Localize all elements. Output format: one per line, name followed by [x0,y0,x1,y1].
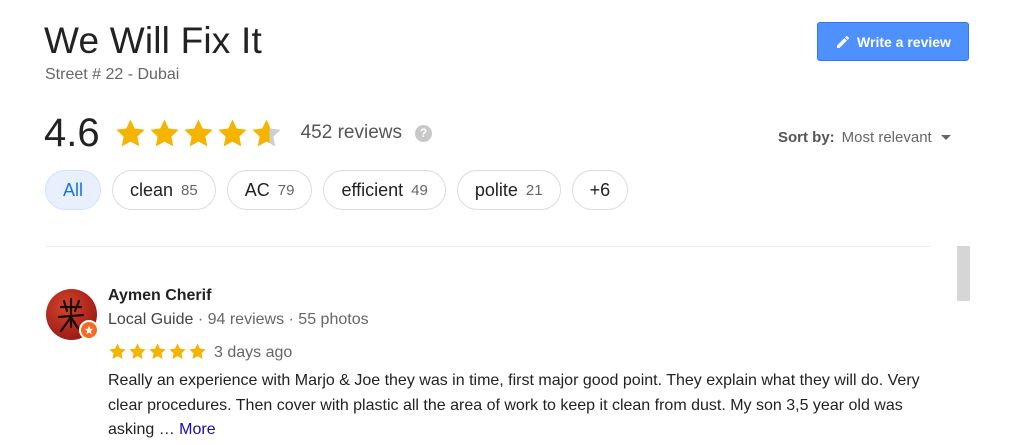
help-icon[interactable]: ? [415,124,432,142]
filter-chip-label: +6 [589,179,611,200]
review-body: Really an experience with Marjo & Joe th… [108,372,920,438]
local-guide-badge-icon [79,320,99,340]
average-stars [114,117,283,150]
filter-chip-label: clean [130,179,174,200]
star-icon [251,118,281,146]
filter-chip[interactable]: AC 79 [226,170,313,210]
filter-chip-count: 21 [525,181,543,199]
filter-chip-label: polite [474,179,518,200]
business-name: We Will Fix It [44,20,262,61]
filter-chip[interactable]: clean 85 [112,170,216,210]
filter-chip-count: 49 [411,181,428,199]
reviewer-meta: Local Guide · 94 reviews · 55 photos [108,311,369,329]
star-icon [217,118,247,146]
filter-chip[interactable]: efficient 49 [323,170,446,210]
pencil-icon [837,35,850,48]
star-icon [183,118,213,146]
filter-chip[interactable]: +6 [571,170,629,210]
sort-dropdown[interactable]: Sort by: Most relevant [778,129,951,146]
review-stars [108,342,207,361]
filter-chip[interactable]: polite 21 [456,170,561,210]
filter-chip[interactable]: All [45,170,102,210]
filter-chips: All clean 85 AC 79 efficient 49 polite 21 +6 [45,170,629,210]
star-icon [149,343,166,359]
star-icon [115,118,145,146]
reviews-count: 452 reviews [300,122,402,143]
review-text: Really an experience with Marjo & Joe th… [108,369,938,443]
sort-value: Most relevant [841,129,932,146]
filter-chip-label: efficient [341,179,404,200]
divider [45,246,930,247]
scrollbar-thumb[interactable] [957,246,970,301]
star-icon [129,343,146,359]
average-rating: 4.6 [44,110,100,155]
star-icon [189,343,206,359]
rating-summary: 4.6 452 reviews ? [44,108,432,158]
filter-chip-count: 79 [277,181,295,199]
review-date: 3 days ago [214,344,293,361]
write-review-button[interactable]: Write a review [817,22,969,61]
reviewer-name[interactable]: Aymen Cherif [108,287,211,305]
filter-chip-label: AC [244,179,270,200]
avatar[interactable] [46,289,99,340]
star-icon [169,343,186,359]
business-address: Street # 22 - Dubai [45,66,180,83]
star-icon [109,343,126,359]
local-guide-label: Local Guide [108,311,194,328]
filter-chip-label: All [63,179,84,200]
caret-down-icon [940,135,951,140]
filter-chip-count: 85 [181,181,198,199]
sort-label: Sort by: [778,129,835,146]
reviewer-stats: · 94 reviews · 55 photos [193,311,369,328]
write-review-label: Write a review [857,33,951,50]
star-icon [149,118,179,146]
more-link[interactable]: More [179,421,215,438]
